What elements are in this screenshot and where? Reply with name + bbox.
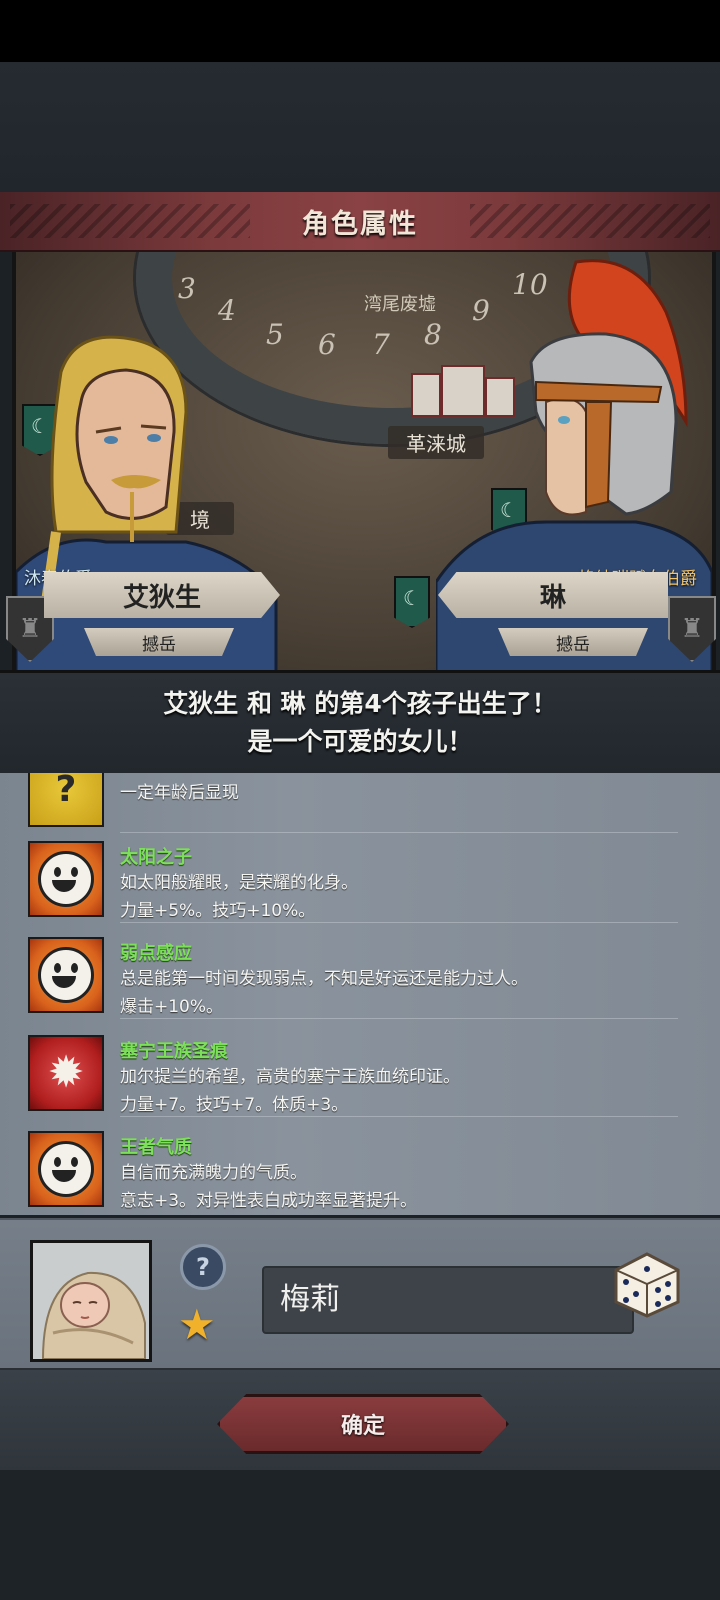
question-icon: ?: [28, 773, 104, 827]
location-ruins-label: 湾尾废墟: [364, 294, 436, 315]
birth-announcement: 艾狄生 和 琳 的第4个孩子出生了！ 是一个可爱的女儿！: [0, 670, 720, 776]
trait-desc-line: 自信而充满魄力的气质。: [120, 1163, 307, 1183]
dial-number: 6: [318, 328, 336, 361]
dial-number: 3: [178, 272, 196, 305]
trait-name: 太阳之子: [120, 847, 192, 868]
trait-item[interactable]: ? 一定年龄后显现: [28, 773, 698, 833]
mother-house: 撼岳: [556, 634, 590, 655]
mother-nameplate[interactable]: 琳 撼岳: [438, 572, 668, 656]
announcement-line-2: 是一个可爱的女儿！: [247, 727, 473, 756]
title-ornament-right: [470, 204, 710, 238]
trait-desc-line: 加尔提兰的希望，高贵的塞宁王族血统印证。: [120, 1067, 460, 1087]
baby-portrait: [30, 1240, 152, 1362]
trait-description: 总是能第一时间发现弱点，不知是好运还是能力过人。 爆击+10%。: [120, 965, 528, 1021]
divider: [120, 1018, 678, 1019]
father-name: 艾狄生: [122, 582, 201, 613]
confirm-button[interactable]: 确定: [217, 1394, 509, 1454]
background-bottom: [0, 1470, 720, 1600]
dialog-title-bar: 角色属性: [0, 192, 720, 252]
title-ornament-left: [10, 204, 250, 238]
divider: [120, 922, 678, 923]
trait-name: 弱点感应: [120, 943, 192, 964]
sun-emblem-icon: ✹: [28, 1035, 104, 1111]
smiley-icon: [28, 841, 104, 917]
confirm-label: 确定: [340, 1414, 385, 1439]
baby-image: [33, 1243, 149, 1359]
trait-description: 自信而充满魄力的气质。 意志+3。对异性表白成功率显著提升。: [120, 1159, 417, 1215]
dial-number: 4: [218, 294, 236, 327]
trait-description: 一定年龄后显现: [120, 783, 239, 803]
trait-description: 如太阳般耀眼，是荣耀的化身。 力量+5%。技巧+10%。: [120, 869, 358, 925]
divider: [120, 1116, 678, 1117]
trait-effect-line: 力量+5%。技巧+10%。: [120, 901, 316, 921]
father-nameplate[interactable]: 艾狄生 撼岳: [44, 572, 284, 656]
trait-item[interactable]: ✹ 塞宁王族圣痕 加尔提兰的希望，高贵的塞宁王族血统印证。 力量+7。技巧+7。…: [28, 1027, 698, 1117]
child-name-input[interactable]: 梅莉: [262, 1266, 634, 1334]
trait-name: 王者气质: [120, 1137, 192, 1158]
trait-description: 加尔提兰的希望，高贵的塞宁王族血统印证。 力量+7。技巧+7。体质+3。: [120, 1063, 460, 1119]
trait-name: 塞宁王族圣痕: [120, 1041, 228, 1062]
trait-desc-line: 总是能第一时间发现弱点，不知是好运还是能力过人。: [120, 969, 528, 989]
announcement-line-1: 艾狄生 和 琳 的第4个孩子出生了！: [163, 689, 557, 718]
trait-item[interactable]: 王者气质 自信而充满魄力的气质。 意志+3。对异性表白成功率显著提升。: [28, 1123, 698, 1213]
dial-number: 7: [372, 328, 390, 361]
trait-item[interactable]: 太阳之子 如太阳般耀眼，是荣耀的化身。 力量+5%。技巧+10%。: [28, 833, 698, 923]
dice-randomize-icon[interactable]: [612, 1250, 682, 1320]
star-icon[interactable]: ★: [178, 1304, 216, 1346]
dialog-title: 角色属性: [302, 208, 418, 240]
trait-desc-line: 如太阳般耀眼，是荣耀的化身。: [120, 873, 358, 893]
trait-item[interactable]: 弱点感应 总是能第一时间发现弱点，不知是好运还是能力过人。 爆击+10%。: [28, 929, 698, 1019]
green-banner-icon: ☾: [394, 576, 430, 628]
child-naming-panel: ? ★ 梅莉: [0, 1218, 720, 1372]
trait-list[interactable]: ? 一定年龄后显现 太阳之子 如太阳般耀眼，是荣耀的化身。 力量+5%。技巧+1…: [0, 773, 720, 1215]
trait-effect-line: 力量+7。技巧+7。体质+3。: [120, 1095, 349, 1115]
mother-name: 琳: [539, 582, 566, 613]
smiley-icon: [28, 937, 104, 1013]
father-house: 撼岳: [142, 634, 176, 655]
background-top: [0, 62, 720, 192]
status-bar: [0, 0, 720, 62]
trait-effect-line: 爆击+10%。: [120, 997, 224, 1017]
help-icon[interactable]: ?: [180, 1244, 226, 1290]
trait-effect-line: 意志+3。对异性表白成功率显著提升。: [120, 1191, 418, 1211]
smiley-icon: [28, 1131, 104, 1207]
